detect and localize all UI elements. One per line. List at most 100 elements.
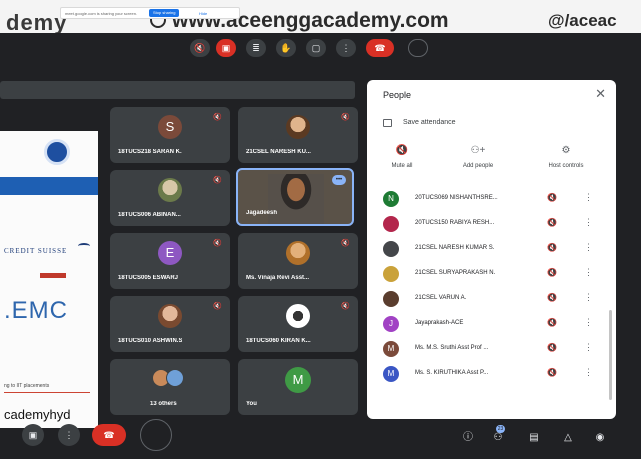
close-icon[interactable]: ✕ bbox=[595, 86, 606, 102]
participant-name: 21CSEL NARESH KUMAR S. bbox=[415, 245, 495, 251]
participant-row[interactable]: M Ms. M.S. Sruthi Asst Prof ... 🔇 ⋮ bbox=[367, 337, 616, 361]
others-tile[interactable]: 13 others bbox=[110, 359, 230, 415]
mic-muted-icon[interactable]: 🔇 bbox=[547, 243, 557, 252]
avatar-photo bbox=[286, 115, 310, 139]
present-now-icon[interactable]: ▣ bbox=[22, 424, 44, 446]
add-people-button[interactable]: ⚇+ Add people bbox=[443, 145, 513, 169]
mic-muted-icon[interactable]: 🔇 bbox=[547, 218, 557, 227]
participant-name: 21CSEL NARESH KU... bbox=[246, 149, 311, 155]
mic-muted-icon: 🔇 bbox=[341, 303, 350, 310]
participant-tile[interactable]: 🔇 18TUCS006 ABINAN... bbox=[110, 170, 230, 226]
slide-footer: cademyhyd bbox=[4, 407, 71, 422]
participant-tile[interactable]: 🔇 E 18TUCS005 ESWARJ bbox=[110, 233, 230, 289]
mic-muted-icon[interactable]: 🔇 bbox=[547, 343, 557, 352]
self-tile[interactable]: M You bbox=[238, 359, 358, 415]
host-controls-icon: ⚙ bbox=[561, 145, 571, 156]
avatar: M bbox=[383, 366, 399, 382]
mic-muted-icon: 🔇 bbox=[213, 114, 222, 121]
mic-muted-icon[interactable]: 🔇 bbox=[547, 268, 557, 277]
more-options-icon[interactable]: ⋮ bbox=[584, 367, 593, 378]
blank-circle-button[interactable] bbox=[408, 39, 428, 57]
mic-muted-icon: 🔇 bbox=[341, 114, 350, 121]
attendance-icon[interactable] bbox=[383, 119, 392, 127]
avatar: E bbox=[158, 241, 182, 265]
mute-all-label: Mute all bbox=[391, 163, 413, 169]
participant-row[interactable]: N 20TUCS069 NISHANTHSRE... 🔇 ⋮ bbox=[367, 187, 616, 211]
avatar bbox=[383, 291, 399, 307]
present-icon[interactable]: ▢ bbox=[306, 39, 326, 57]
more-options-icon[interactable]: ⋮ bbox=[584, 267, 593, 278]
mute-all-button[interactable]: 🔇 Mute all bbox=[367, 145, 437, 169]
sponsor-credit-suisse: CREDIT SUISSE bbox=[4, 247, 68, 255]
participant-name: 18TUCS010 ASHWIN.S bbox=[118, 338, 183, 344]
mic-muted-icon[interactable]: 🔇 bbox=[547, 318, 557, 327]
activities-icon[interactable]: △ bbox=[560, 431, 576, 445]
mic-muted-icon: 🔇 bbox=[213, 240, 222, 247]
people-icon[interactable]: ⚇ 23 bbox=[490, 425, 506, 445]
hangup-icon[interactable]: ☎ bbox=[366, 39, 394, 57]
participant-tile[interactable]: 🔇 18TUCS060 KIRAN K... bbox=[238, 296, 358, 352]
avatar bbox=[383, 266, 399, 282]
info-icon[interactable]: ⓘ bbox=[460, 431, 476, 445]
participant-row[interactable]: 21CSEL NARESH KUMAR S. 🔇 ⋮ bbox=[367, 237, 616, 261]
hide-button[interactable]: Hide bbox=[199, 11, 207, 16]
participant-name: 18TUCS060 KIRAN K... bbox=[246, 338, 311, 344]
mic-muted-icon: 🔇 bbox=[213, 303, 222, 310]
more-icon[interactable]: ⋮ bbox=[336, 39, 356, 57]
slide-caption: ng to IIT placements bbox=[4, 383, 50, 389]
hangup-icon[interactable]: ☎ bbox=[92, 424, 126, 446]
avatar: S bbox=[158, 115, 182, 139]
stop-sharing-button[interactable]: Stop sharing bbox=[149, 9, 180, 17]
emblem-logo bbox=[44, 139, 70, 165]
add-people-label: Add people bbox=[462, 163, 494, 169]
participant-row[interactable]: 21CSEL VARUN A. 🔇 ⋮ bbox=[367, 287, 616, 311]
panel-scrollbar[interactable] bbox=[609, 310, 612, 400]
camera-off-icon[interactable]: ▣ bbox=[216, 39, 236, 57]
participant-tile[interactable]: 🔇 18TUCS010 ASHWIN.S bbox=[110, 296, 230, 352]
chat-icon[interactable]: ▤ bbox=[526, 431, 542, 445]
participant-row[interactable]: 21CSEL SURYAPRAKASH N. 🔇 ⋮ bbox=[367, 262, 616, 286]
participant-row[interactable]: J Jayaprakash-ACE 🔇 ⋮ bbox=[367, 312, 616, 336]
mute-all-icon: 🔇 bbox=[395, 145, 409, 156]
host-controls-icon[interactable]: ◉ bbox=[592, 431, 608, 445]
more-options-icon[interactable]: ⋮ bbox=[584, 342, 593, 353]
more-options-icon[interactable]: ⋮ bbox=[584, 217, 593, 228]
mic-muted-icon: 🔇 bbox=[213, 177, 222, 184]
participant-row[interactable]: 20TUCS150 RABIYA RESH... 🔇 ⋮ bbox=[367, 212, 616, 236]
avatar-photo bbox=[158, 304, 182, 328]
mic-off-icon[interactable]: 🔇 bbox=[190, 39, 210, 57]
participant-name: Ms. Vinaja Revi Asst... bbox=[246, 275, 310, 281]
more-icon[interactable]: ⋮ bbox=[58, 424, 80, 446]
mic-muted-icon[interactable]: 🔇 bbox=[547, 293, 557, 302]
mic-muted-icon[interactable]: 🔇 bbox=[547, 193, 557, 202]
hand-icon[interactable]: ✋ bbox=[276, 39, 296, 57]
mic-muted-icon[interactable]: 🔇 bbox=[547, 368, 557, 377]
meeting-area: 🔇 ▣ ≣ ✋ ▢ ⋮ ☎ CREDIT SUISSE .EMC ng to I… bbox=[0, 33, 641, 459]
blank-circle-button[interactable] bbox=[140, 419, 172, 451]
avatar bbox=[383, 216, 399, 232]
more-options-icon[interactable]: ⋮ bbox=[584, 192, 593, 203]
mic-muted-icon: 🔇 bbox=[341, 240, 350, 247]
captions-icon[interactable]: ≣ bbox=[246, 39, 266, 57]
more-options-icon[interactable]: ⋮ bbox=[584, 292, 593, 303]
more-options-icon[interactable]: ⋮ bbox=[584, 317, 593, 328]
participant-tile[interactable]: 🔇 Ms. Vinaja Revi Asst... bbox=[238, 233, 358, 289]
active-speaker-tile[interactable]: ••• Jagadeesh bbox=[236, 168, 354, 226]
avatar: N bbox=[383, 191, 399, 207]
host-controls-button[interactable]: ⚙ Host controls bbox=[531, 145, 601, 169]
speaker-video bbox=[268, 174, 324, 224]
sponsor-emc: .EMC bbox=[4, 297, 68, 324]
more-options-icon[interactable]: ⋮ bbox=[584, 242, 593, 253]
college-emblem-icon bbox=[286, 304, 310, 328]
speaking-indicator-icon: ••• bbox=[332, 175, 346, 185]
participant-name: Ms. S. KIRUTHIKA Asst P... bbox=[415, 370, 489, 376]
participant-tile[interactable]: 🔇 S 18TUCS218 SARAN K. bbox=[110, 107, 230, 163]
participant-name: 21CSEL SURYAPRAKASH N. bbox=[415, 270, 496, 276]
screen-share-notification: meet.google.com is sharing your screen. … bbox=[60, 7, 240, 19]
save-attendance-button[interactable]: Save attendance bbox=[403, 119, 456, 126]
participant-row[interactable]: M Ms. S. KIRUTHIKA Asst P... 🔇 ⋮ bbox=[367, 362, 616, 386]
slide-divider bbox=[4, 392, 90, 393]
participant-name: 18TUCS218 SARAN K. bbox=[118, 149, 182, 155]
participant-name: Ms. M.S. Sruthi Asst Prof ... bbox=[415, 345, 489, 351]
participant-tile[interactable]: 🔇 21CSEL NARESH KU... bbox=[238, 107, 358, 163]
